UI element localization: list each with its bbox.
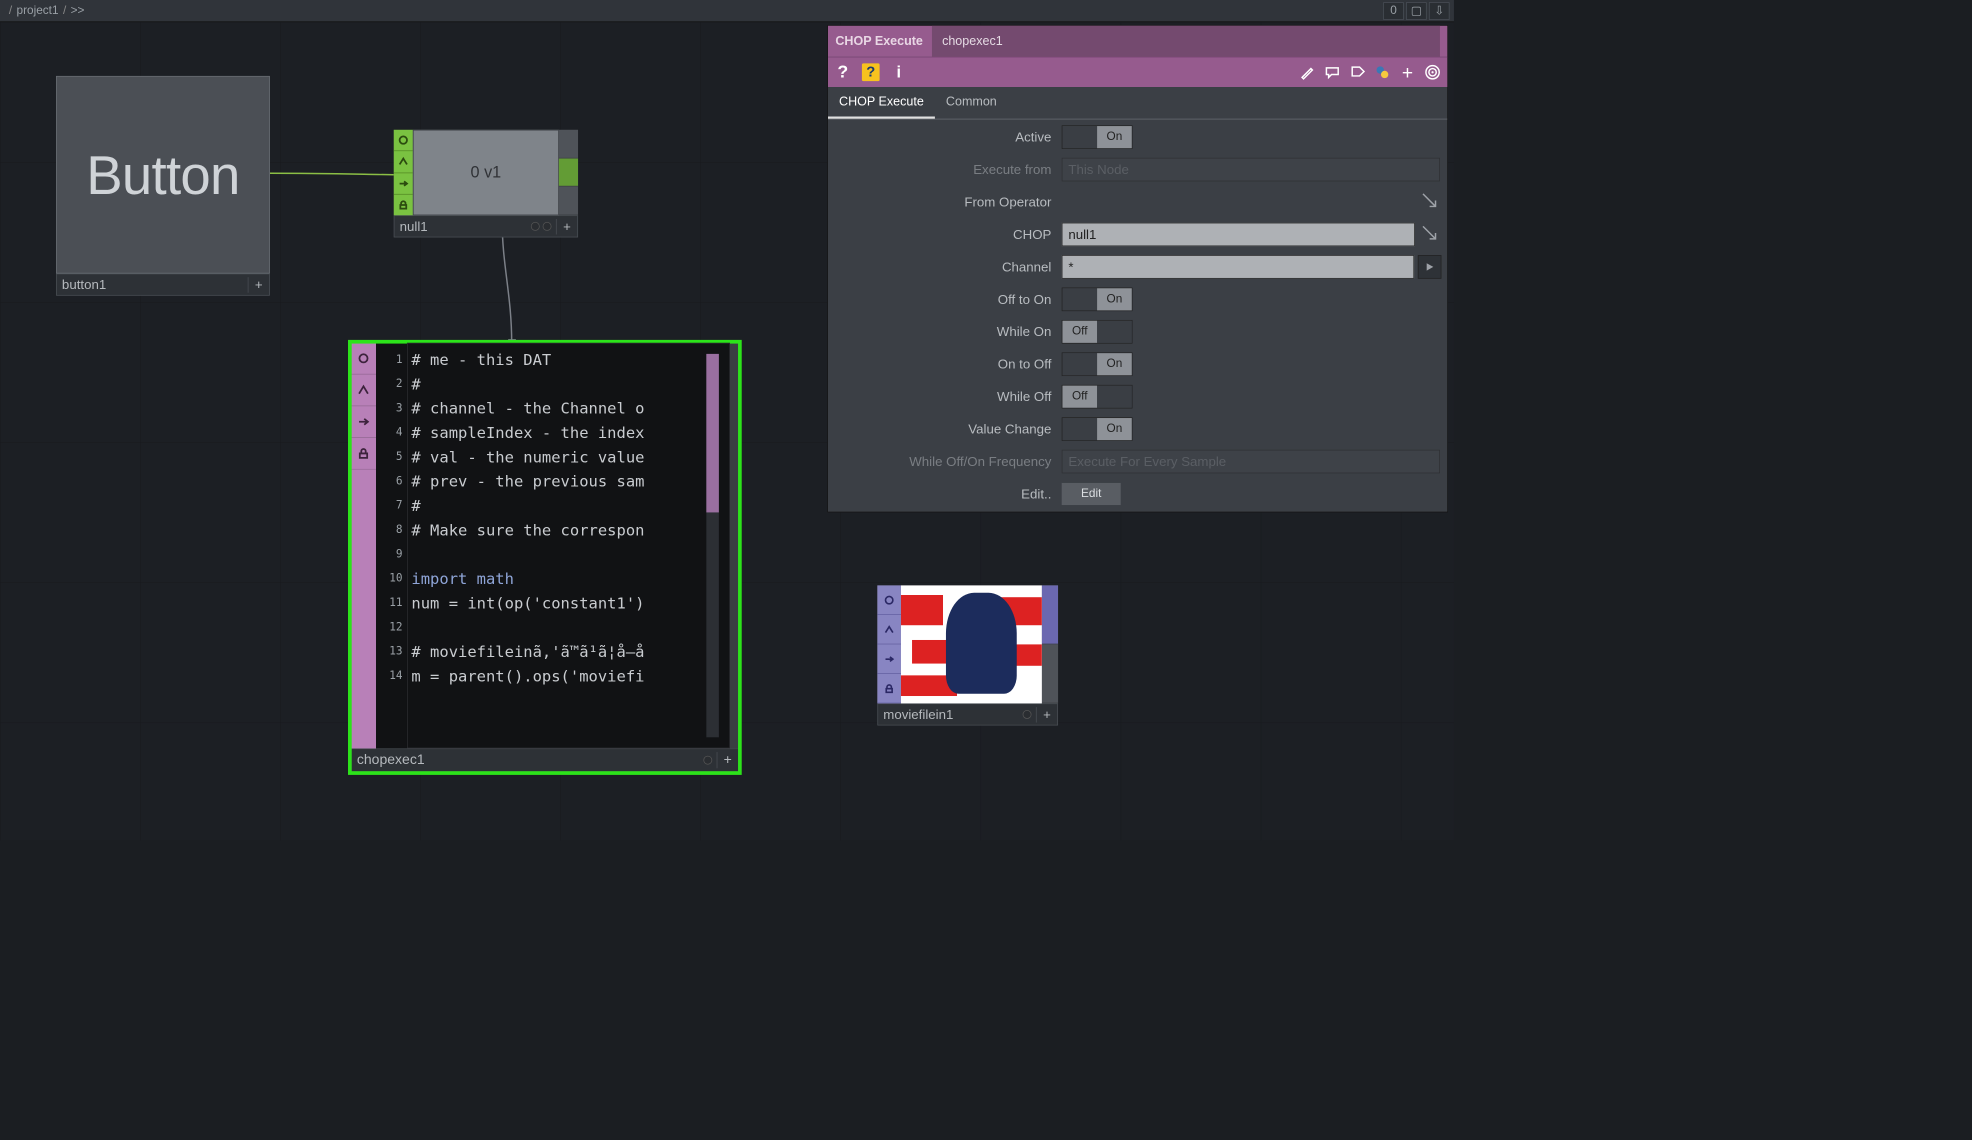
null1-flags[interactable] — [394, 130, 413, 216]
crumb-sep: / — [9, 4, 12, 17]
toggle-while-off[interactable]: Off — [1062, 385, 1133, 409]
viewer-icon[interactable] — [351, 375, 376, 407]
moviefilein1-label-bar[interactable]: moviefilein1 + — [877, 703, 1058, 725]
export-icon[interactable] — [351, 406, 376, 438]
param-channel[interactable]: Channel * — [828, 251, 1447, 283]
null1-label-bar[interactable]: null1 + — [394, 215, 578, 237]
wiki-help-icon[interactable]: ? — [862, 63, 880, 81]
comment-icon[interactable] — [1323, 63, 1341, 81]
param-edit[interactable]: Edit.. Edit — [828, 478, 1447, 510]
code-editor[interactable]: # me - this DAT # # channel - the Channe… — [407, 343, 730, 749]
add-icon[interactable]: + — [717, 752, 738, 768]
field-chop[interactable]: null1 — [1062, 223, 1415, 247]
lock-icon[interactable] — [877, 674, 901, 703]
export-icon[interactable] — [394, 173, 413, 195]
field-channel[interactable]: * — [1062, 255, 1414, 279]
toggle-active[interactable]: On — [1062, 125, 1133, 149]
lock-icon[interactable] — [394, 194, 413, 215]
edit-icon[interactable] — [1298, 63, 1316, 81]
moviefilein1-right-flags[interactable] — [1042, 585, 1058, 703]
op-type-label: CHOP Execute — [835, 34, 923, 49]
bypass-icon[interactable] — [351, 343, 376, 375]
viewer-maximize-icon[interactable]: ▢ — [1406, 2, 1427, 20]
op-name-field[interactable]: chopexec1 — [932, 26, 1440, 57]
node-button1[interactable]: Button button1 + — [56, 76, 270, 296]
operator-picker-icon[interactable] — [1421, 224, 1442, 245]
python-icon[interactable] — [1374, 63, 1392, 81]
help-icon[interactable]: ? — [834, 63, 852, 81]
moviefilein1-name: moviefilein1 — [878, 707, 1023, 722]
param-tabs[interactable]: CHOP Execute Common — [828, 87, 1447, 119]
node-moviefilein1[interactable]: moviefilein1 + — [877, 585, 1058, 725]
button1-name: button1 — [57, 277, 248, 292]
channel-scope-icon[interactable] — [1418, 255, 1442, 279]
dropdown-frequency[interactable]: Execute For Every Sample — [1062, 450, 1440, 474]
param-while-off[interactable]: While Off Off — [828, 380, 1447, 412]
toggle-off-to-on[interactable]: On — [1062, 288, 1133, 312]
lock-icon[interactable] — [351, 438, 376, 470]
viewer-icon[interactable] — [394, 151, 413, 173]
param-active[interactable]: Active On — [828, 121, 1447, 153]
toggle-while-on[interactable]: Off — [1062, 320, 1133, 344]
node-chopexec1[interactable]: 1234567891011121314 # me - this DAT # # … — [351, 343, 739, 772]
add-icon[interactable]: + — [556, 219, 577, 234]
add-icon[interactable]: + — [1036, 707, 1057, 722]
parameter-panel[interactable]: CHOP Execute chopexec1 ? ? i + CHOP Exec… — [827, 25, 1448, 512]
viewer-icon[interactable] — [877, 615, 901, 644]
add-icon[interactable]: + — [248, 277, 269, 292]
param-from-operator[interactable]: From Operator — [828, 186, 1447, 218]
param-value-change[interactable]: Value Change On — [828, 413, 1447, 445]
param-chop[interactable]: CHOP null1 — [828, 218, 1447, 250]
null1-right-flags[interactable] — [559, 130, 578, 216]
bypass-icon[interactable] — [877, 585, 901, 614]
path-bar: / project1 / >> 0 ▢ ⇩ — [0, 0, 1454, 22]
target-icon[interactable] — [1424, 63, 1442, 81]
crumb-sep-2: / — [63, 4, 66, 17]
tab-chop-execute[interactable]: CHOP Execute — [828, 87, 935, 119]
node-null1[interactable]: 0 v1 null1 + — [394, 130, 578, 238]
viewer-collapse-icon[interactable]: ⇩ — [1429, 2, 1450, 20]
chopexec1-name: chopexec1 — [352, 752, 704, 768]
operator-picker-icon[interactable] — [1421, 192, 1442, 213]
tab-common[interactable]: Common — [935, 87, 1008, 119]
null1-viewer[interactable]: 0 v1 — [413, 130, 559, 216]
param-while-on[interactable]: While On Off — [828, 316, 1447, 348]
scroll-thumb[interactable] — [706, 354, 719, 513]
add-param-icon[interactable]: + — [1399, 63, 1417, 81]
moviefilein1-flags[interactable] — [877, 585, 901, 703]
moviefilein1-viewer[interactable] — [901, 585, 1042, 703]
button1-viewer[interactable]: Button — [56, 76, 270, 274]
crumb-project[interactable]: project1 — [17, 4, 59, 17]
bypass-icon[interactable] — [394, 130, 413, 152]
export-icon[interactable] — [877, 644, 901, 673]
tag-icon[interactable] — [1349, 63, 1367, 81]
chopexec1-label-bar[interactable]: chopexec1 + — [351, 748, 739, 772]
viewer-mode-0-icon[interactable]: 0 — [1383, 2, 1404, 20]
null1-name: null1 — [394, 219, 530, 234]
param-frequency: While Off/On Frequency Execute For Every… — [828, 445, 1447, 477]
param-execute-from: Execute from This Node — [828, 153, 1447, 185]
toggle-on-to-off[interactable]: On — [1062, 352, 1133, 376]
parameter-title-bar[interactable]: CHOP Execute chopexec1 — [828, 26, 1447, 57]
param-on-to-off[interactable]: On to Off On — [828, 348, 1447, 380]
crumb-tail: >> — [71, 4, 85, 17]
param-off-to-on[interactable]: Off to On On — [828, 283, 1447, 315]
edit-button[interactable]: Edit — [1062, 483, 1121, 505]
chopexec1-flags[interactable] — [351, 343, 376, 749]
chopexec1-right-flags[interactable] — [730, 343, 739, 749]
button1-label-bar[interactable]: button1 + — [56, 274, 270, 296]
info-icon[interactable]: i — [890, 63, 908, 81]
code-gutter: 1234567891011121314 — [376, 343, 407, 749]
dropdown-execute-from[interactable]: This Node — [1062, 158, 1440, 182]
toggle-value-change[interactable]: On — [1062, 417, 1133, 441]
